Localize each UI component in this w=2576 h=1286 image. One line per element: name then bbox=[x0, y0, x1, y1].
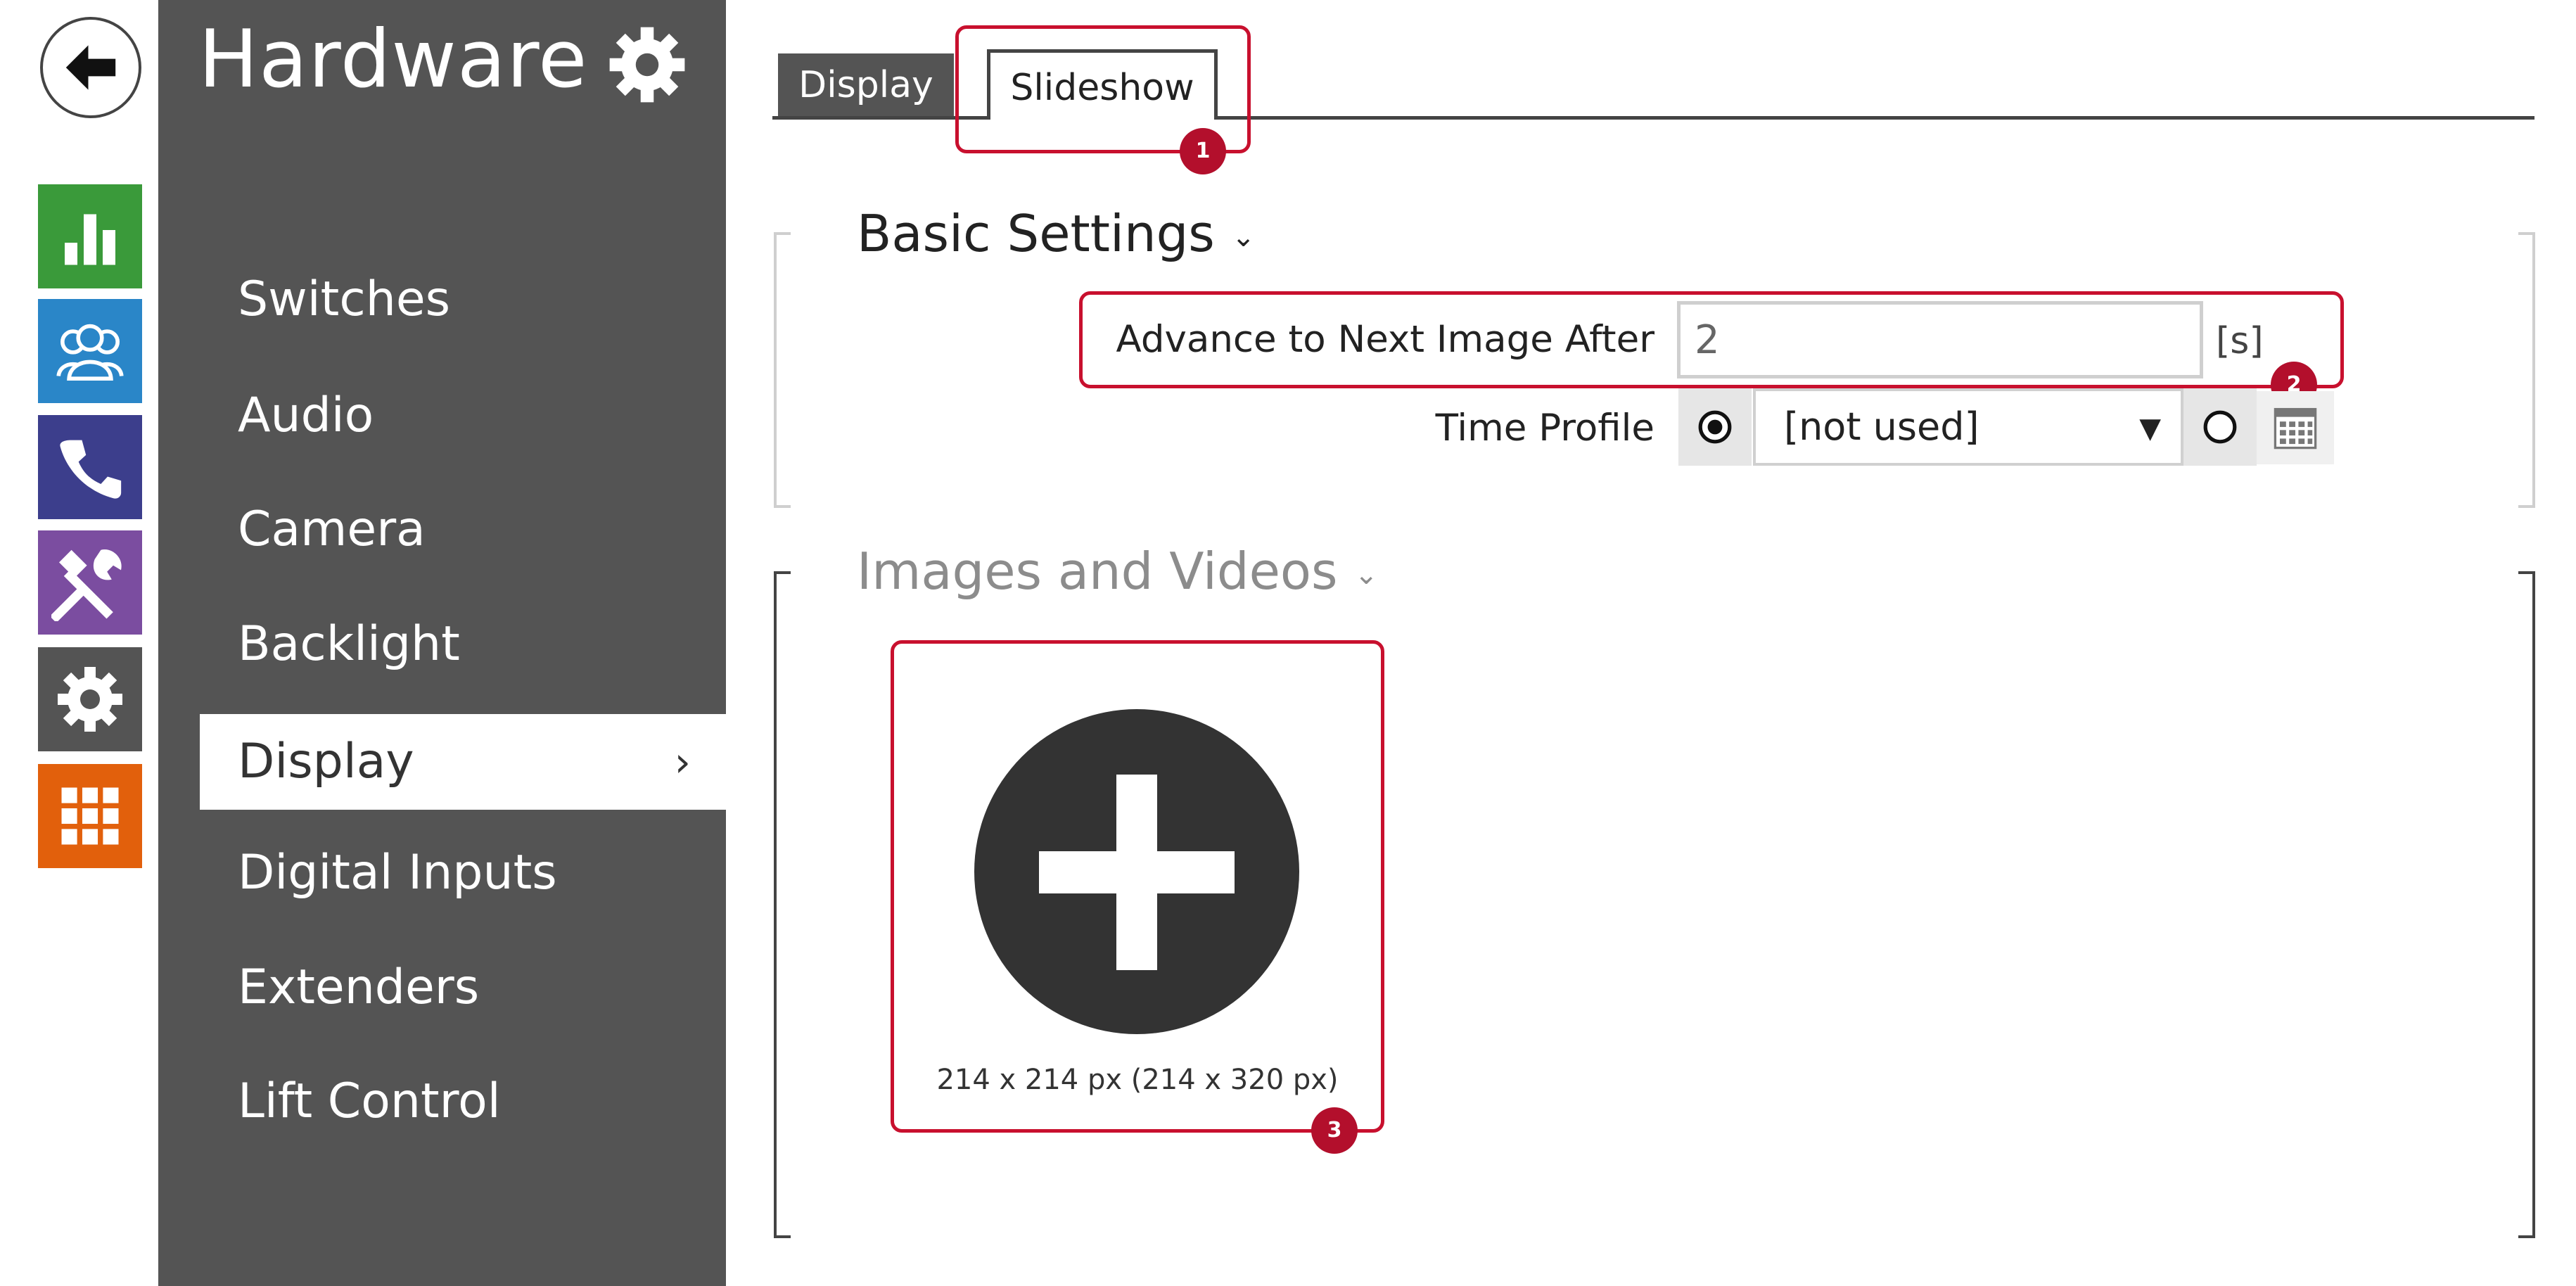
back-button[interactable] bbox=[40, 17, 141, 118]
chevron-down-icon: ⌄ bbox=[1354, 559, 1378, 592]
plus-icon-horizontal bbox=[1039, 851, 1235, 893]
basic-settings-header[interactable]: Basic Settings ⌄ bbox=[857, 204, 1270, 263]
callout-badge-1: 1 bbox=[1180, 128, 1226, 174]
schedule-calendar-button[interactable] bbox=[2257, 391, 2334, 464]
section-title: Basic Settings bbox=[857, 204, 1215, 263]
advance-label: Advance to Next Image After bbox=[1116, 318, 1654, 361]
chevron-right-icon: › bbox=[674, 738, 691, 786]
system-tile[interactable] bbox=[38, 764, 142, 868]
statistics-tile[interactable] bbox=[38, 184, 142, 288]
seconds-unit: [s] bbox=[2216, 320, 2264, 362]
selected-value: [not used] bbox=[1784, 405, 1979, 449]
radio-use-profile[interactable] bbox=[1678, 388, 1752, 466]
radio-custom-schedule[interactable] bbox=[2183, 388, 2257, 466]
grid-icon bbox=[61, 787, 119, 845]
image-size-hint: 214 x 214 px (214 x 320 px) bbox=[936, 1064, 1339, 1096]
sidebar-item-display[interactable]: Display › bbox=[200, 714, 726, 810]
calling-tile[interactable] bbox=[38, 415, 142, 519]
sidebar-item-digital-inputs[interactable]: Digital Inputs bbox=[200, 830, 726, 916]
frame-left-bracket bbox=[774, 232, 791, 508]
images-frame-right-bracket bbox=[2518, 571, 2535, 1238]
directory-tile[interactable] bbox=[38, 299, 142, 403]
gear-icon bbox=[609, 27, 685, 103]
tab-slideshow[interactable]: Slideshow bbox=[987, 49, 1218, 120]
images-videos-header[interactable]: Images and Videos ⌄ bbox=[857, 542, 1378, 601]
sidebar-item-extenders[interactable]: Extenders bbox=[200, 945, 726, 1031]
basic-settings-frame bbox=[774, 232, 2535, 508]
sidebar-item-label: Display bbox=[238, 734, 414, 789]
sidebar-item-switches[interactable]: Switches bbox=[200, 257, 726, 343]
sidebar-item-backlight[interactable]: Backlight bbox=[200, 601, 726, 687]
radio-checked-icon bbox=[1698, 410, 1732, 444]
radio-unchecked-icon bbox=[2203, 410, 2237, 444]
users-icon bbox=[56, 324, 124, 381]
advance-interval-input[interactable] bbox=[1677, 301, 2203, 378]
gear-icon bbox=[58, 667, 122, 732]
calendar-icon bbox=[2274, 407, 2317, 450]
section-title: Images and Videos bbox=[857, 542, 1338, 601]
chevron-down-icon: ⌄ bbox=[1231, 221, 1256, 254]
services-tile[interactable] bbox=[38, 530, 142, 635]
frame-right-bracket bbox=[2518, 232, 2535, 508]
images-frame-left-bracket bbox=[774, 571, 791, 1238]
sidebar-title: Hardware bbox=[198, 13, 588, 106]
bar-chart-icon bbox=[65, 214, 115, 265]
callout-badge-3: 3 bbox=[1311, 1107, 1358, 1154]
tab-display[interactable]: Display bbox=[778, 53, 954, 117]
hardware-tile[interactable] bbox=[38, 647, 142, 751]
sidebar-item-audio[interactable]: Audio bbox=[200, 373, 726, 459]
arrow-left-icon bbox=[65, 45, 116, 90]
sidebar-item-camera[interactable]: Camera bbox=[200, 487, 726, 573]
time-profile-select[interactable]: [not used] ▼ bbox=[1753, 388, 2183, 466]
dropdown-arrow-icon: ▼ bbox=[2139, 412, 2161, 445]
time-profile-label: Time Profile bbox=[1435, 407, 1654, 450]
tools-icon bbox=[51, 549, 122, 621]
sidebar-settings-button[interactable] bbox=[606, 24, 688, 106]
sidebar-item-lift-control[interactable]: Lift Control bbox=[200, 1059, 726, 1145]
phone-icon bbox=[60, 440, 122, 499]
